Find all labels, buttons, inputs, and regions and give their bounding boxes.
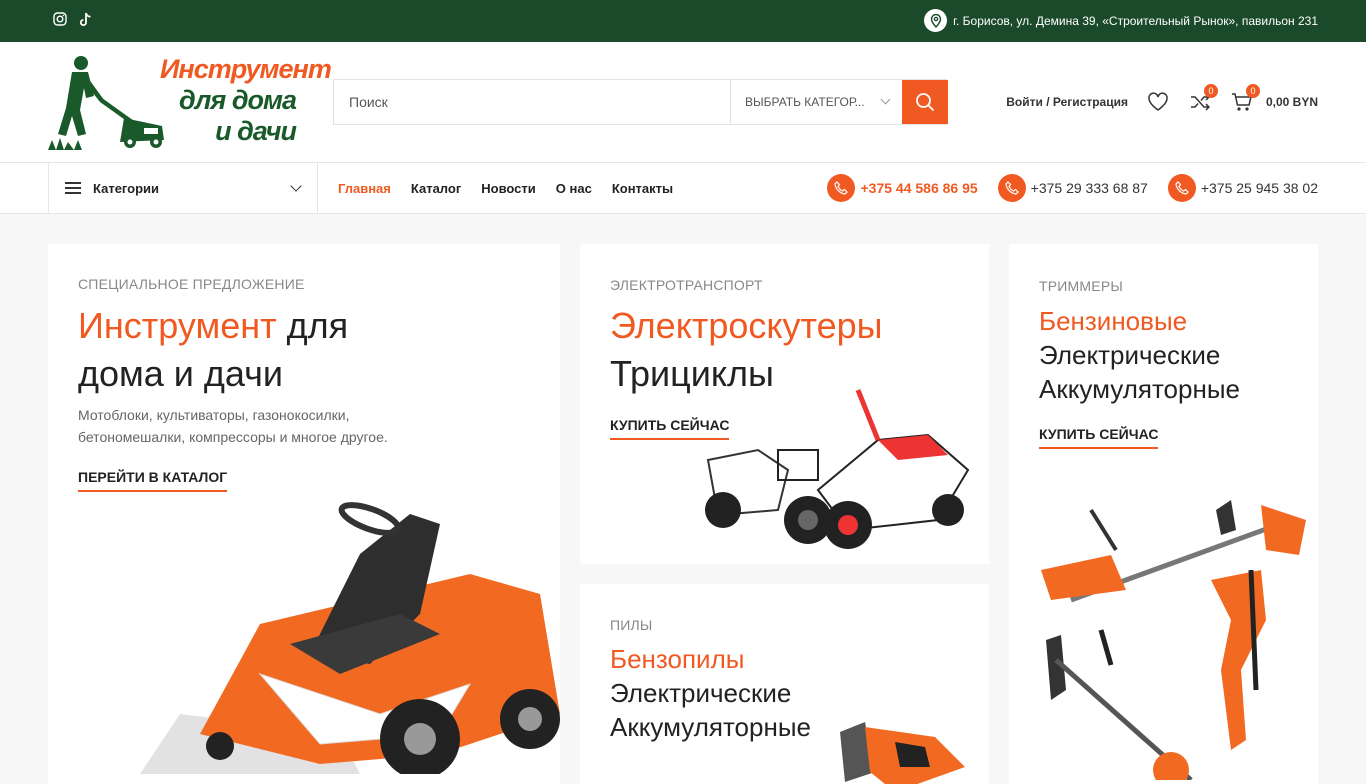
search-category-select[interactable]: ВЫБРАТЬ КАТЕГОР... (730, 80, 902, 124)
login-register-link[interactable]: Войти / Регистрация (1006, 95, 1128, 109)
chainsaw-image (840, 722, 965, 784)
banner-title: Бензопилы Электрические Аккумуляторные (610, 644, 811, 742)
top-bar: г. Борисов, ул. Демина 39, «Строительный… (0, 0, 1366, 42)
buy-now-button[interactable]: КУПИТЬ СЕЙЧАС (1039, 426, 1159, 449)
compare-count-badge: 0 (1203, 84, 1218, 98)
menu-hamburger-icon (65, 182, 81, 194)
tiktok-icon[interactable] (79, 12, 93, 28)
trimmers-image (1041, 500, 1306, 780)
address-text: г. Борисов, ул. Демина 39, «Строительный… (953, 13, 1318, 28)
menu-item-catalog[interactable]: Каталог (411, 181, 461, 196)
phone-link[interactable]: +375 25 945 38 02 (1167, 174, 1318, 202)
menu-item-about[interactable]: О нас (556, 181, 592, 196)
electric-scooters-image (705, 389, 970, 549)
site-header: Инструмент для дома и дачи ВЫБРАТЬ КАТЕГ… (0, 42, 1366, 163)
wishlist-button[interactable] (1146, 90, 1170, 114)
header-actions: Войти / Регистрация 0 0 0,00 BYN (1006, 84, 1318, 117)
search-icon (916, 93, 935, 112)
banner-kicker: ТРИММЕРЫ (1039, 278, 1123, 294)
gardener-mower-logo-icon (48, 56, 164, 150)
phone-link[interactable]: +375 44 586 86 95 (827, 174, 978, 202)
search-form: ВЫБРАТЬ КАТЕГОР... (333, 79, 948, 125)
logo-text: Инструмент для дома и дачи (160, 54, 332, 146)
banner-trimmers[interactable]: ТРИММЕРЫ Бензиновые Электрические Аккуму… (1009, 244, 1318, 784)
phone-link[interactable]: +375 29 333 68 87 (997, 174, 1148, 202)
banner-special-offer[interactable]: СПЕЦИАЛЬНОЕ ПРЕДЛОЖЕНИЕ Инструмент для д… (48, 244, 560, 784)
phone-icon (827, 174, 856, 202)
menu-item-contacts[interactable]: Контакты (612, 181, 673, 196)
store-address: г. Борисов, ул. Демина 39, «Строительный… (924, 9, 1318, 32)
banner-title: Инструмент для дома и дачи (78, 305, 349, 394)
location-pin-icon (924, 9, 948, 32)
phone-icon (997, 174, 1026, 202)
search-input[interactable] (334, 80, 730, 124)
instagram-icon[interactable] (53, 12, 67, 28)
compare-button[interactable]: 0 (1188, 84, 1218, 114)
social-links (53, 12, 93, 28)
cart-total[interactable]: 0,00 BYN (1266, 95, 1318, 109)
categories-dropdown-button[interactable]: Категории (48, 163, 318, 213)
banner-description: Мотоблоки, культиваторы, газонокосилки, … (78, 407, 388, 445)
cart-button[interactable]: 0 (1230, 84, 1260, 114)
banner-kicker: ПИЛЫ (610, 617, 653, 633)
banner-saws[interactable]: ПИЛЫ Бензопилы Электрические Аккумулятор… (580, 584, 989, 784)
phone-icon (1167, 174, 1196, 202)
phone-list: +375 44 586 86 95 +375 29 333 68 87 +375… (827, 163, 1318, 213)
chevron-down-icon (290, 180, 302, 192)
menu-item-home[interactable]: Главная (338, 181, 391, 196)
menu-item-news[interactable]: Новости (481, 181, 536, 196)
site-logo[interactable]: Инструмент для дома и дачи (48, 54, 332, 150)
cart-count-badge: 0 (1245, 84, 1260, 98)
chevron-down-icon (880, 94, 891, 105)
main-navigation: Категории Главная Каталог Новости О нас … (0, 163, 1366, 214)
banner-title: Бензиновые Электрические Аккумуляторные (1039, 306, 1240, 404)
search-button[interactable] (902, 80, 948, 124)
banner-electric-transport[interactable]: ЭЛЕКТРОТРАНСПОРТ Электроскутеры Трициклы… (580, 244, 989, 564)
heart-icon (1148, 92, 1168, 111)
banner-kicker: ЭЛЕКТРОТРАНСПОРТ (610, 277, 763, 293)
banner-kicker: СПЕЦИАЛЬНОЕ ПРЕДЛОЖЕНИЕ (78, 276, 305, 292)
riding-mower-image (140, 502, 560, 774)
main-menu: Главная Каталог Новости О нас Контакты (338, 163, 673, 213)
